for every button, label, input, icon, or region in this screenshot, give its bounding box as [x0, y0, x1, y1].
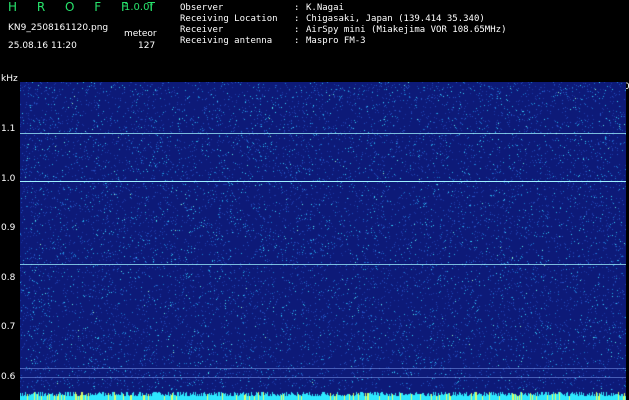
spectrogram — [20, 82, 626, 400]
info-row-receiver: Receiver: AirSpy mini (Miakejima VOR 108… — [180, 25, 507, 35]
band-line — [20, 377, 626, 378]
info-row-location: Receiving Location: Chigasaki, Japan (13… — [180, 14, 485, 24]
info-label: Receiving antenna — [180, 36, 273, 46]
band-line — [20, 368, 626, 369]
info-value: AirSpy mini (Miakejima VOR 108.65MHz) — [306, 25, 507, 35]
spectrogram-noise — [20, 82, 626, 400]
info-value: Chigasaki, Japan (139.414 35.340) — [306, 14, 485, 24]
datetime-label: 25.08.16 11:20 — [8, 41, 77, 51]
y-tick-label: 1.0 — [1, 173, 16, 184]
y-tick-label: 1.1 — [1, 124, 16, 134]
y-tick-label: 0.8 — [1, 272, 16, 283]
signal-line — [20, 181, 626, 183]
info-value: Maspro FM-3 — [306, 36, 366, 46]
frequency-unit-label: kHz — [1, 74, 18, 84]
info-row-antenna: Receiving antenna: Maspro FM-3 — [180, 36, 366, 46]
y-tick-label: 0.9 — [1, 223, 16, 233]
signal-line — [20, 264, 626, 266]
info-label: Observer — [180, 3, 224, 13]
count-label: 127 — [138, 41, 156, 51]
observation-info: Observer: K.Nagai Receiving Location: Ch… — [180, 3, 506, 47]
y-tick-label: 0.7 — [1, 322, 16, 332]
info-label: Receiving Location — [180, 14, 278, 24]
filename-label: KN9_2508161120.png — [8, 23, 109, 33]
version-label: 1.0.0f — [124, 2, 153, 13]
mode-label: meteor — [124, 29, 157, 39]
info-row-observer: Observer: K.Nagai — [180, 3, 344, 13]
y-tick-label: 0.6 — [1, 371, 16, 382]
info-value: K.Nagai — [306, 3, 344, 13]
signal-line — [20, 133, 626, 135]
info-label: Receiver — [180, 25, 224, 35]
